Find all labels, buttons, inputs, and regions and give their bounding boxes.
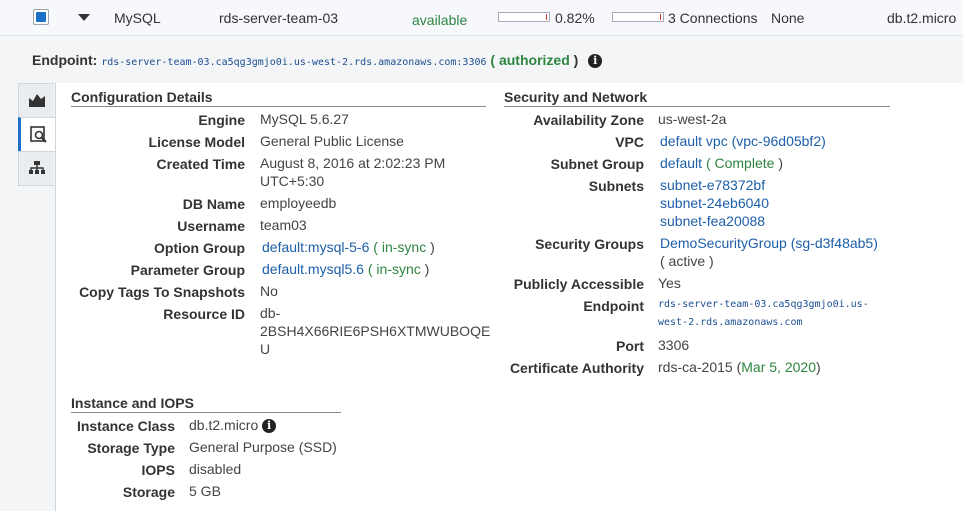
subnet-link[interactable]: subnet-fea20088 — [660, 212, 765, 230]
row-replication: None — [771, 10, 805, 26]
tab-details[interactable] — [18, 117, 55, 152]
subnets-label: Subnets — [588, 178, 644, 194]
instance-row[interactable]: MySQL rds-server-team-03 available 0.82%… — [0, 0, 963, 36]
storage-type-value: General Purpose (SSD) — [189, 439, 337, 455]
option-group-label: Option Group — [154, 240, 245, 256]
subnet-group-value: default ( Complete ) — [660, 155, 783, 171]
port-value: 3306 — [658, 337, 690, 353]
public-label: Publicly Accessible — [513, 276, 644, 292]
instance-class-label: Instance Class — [76, 418, 175, 434]
license-label: License Model — [148, 134, 245, 150]
az-label: Availability Zone — [533, 112, 644, 128]
select-checkbox[interactable] — [33, 9, 49, 25]
row-status: available — [412, 12, 468, 28]
created-value-2: UTC+5:30 — [260, 173, 325, 189]
subnet-group-status: Complete — [714, 155, 775, 171]
row-connections: 3 Connections — [668, 10, 758, 26]
ca-label: Certificate Authority — [509, 360, 644, 376]
info-icon[interactable]: i — [588, 54, 603, 69]
iops-label: IOPS — [141, 462, 175, 478]
copy-tags-label: Copy Tags To Snapshots — [79, 284, 245, 300]
details-icon — [30, 126, 47, 143]
license-value: General Public License — [260, 133, 404, 149]
row-class: db.t2.micro — [887, 10, 957, 26]
endpoint-detail-value-2: west-2.rds.amazonaws.com — [658, 317, 803, 328]
public-value: Yes — [658, 275, 681, 291]
security-groups-label: Security Groups — [535, 236, 644, 252]
storage-type-label: Storage Type — [87, 440, 175, 456]
instance-class-value: db.t2.micro i — [189, 416, 277, 434]
resource-id-value-3: U — [260, 341, 271, 357]
collapse-caret-icon[interactable] — [78, 14, 90, 21]
port-label: Port — [616, 338, 644, 354]
option-group-status: in-sync — [381, 239, 427, 255]
created-label: Created Time — [156, 156, 245, 172]
dbname-label: DB Name — [182, 196, 245, 212]
tab-topology[interactable] — [18, 151, 54, 186]
endpoint-line: Endpoint: rds-server-team-03.ca5qg3gmjo0… — [32, 52, 603, 69]
endpoint-paren-close: ) — [573, 52, 579, 68]
ca-text: rds-ca-2015 — [658, 359, 733, 375]
endpoint-detail-value-1: rds-server-team-03.ca5qg3gmjo0i.us- — [658, 299, 869, 310]
dbname-value: employeedb — [260, 195, 337, 211]
connections-bar-fill — [660, 14, 661, 20]
endpoint-paren-open: ( — [490, 52, 496, 68]
ca-date: Mar 5, 2020 — [741, 359, 816, 375]
security-group-status: ( active ) — [660, 253, 714, 269]
parameter-group-status: in-sync — [376, 261, 421, 277]
chart-icon — [29, 94, 45, 107]
username-value: team03 — [260, 217, 307, 233]
security-title: Security and Network — [504, 89, 890, 107]
checkbox-checked-mark — [36, 12, 46, 22]
storage-label: Storage — [122, 484, 175, 500]
engine-label: Engine — [198, 112, 245, 128]
parameter-group-value: default.mysql5.6 ( in-sync ) — [262, 261, 430, 277]
subnet-link[interactable]: subnet-24eb6040 — [660, 194, 769, 212]
ca-value: rds-ca-2015 (Mar 5, 2020) — [658, 359, 821, 375]
parameter-group-label: Parameter Group — [130, 262, 245, 278]
row-cpu: 0.82% — [555, 10, 595, 26]
resource-id-value-1: db- — [260, 305, 281, 321]
endpoint-status: authorized — [498, 52, 570, 68]
parameter-group-link[interactable]: default.mysql5.6 — [262, 261, 364, 277]
iops-value: disabled — [189, 461, 242, 477]
security-group-link[interactable]: DemoSecurityGroup (sg-d3f48ab5) — [660, 234, 878, 252]
vpc-link[interactable]: default vpc (vpc-96d05bf2) — [660, 132, 826, 150]
endpoint-detail-label: Endpoint — [583, 298, 644, 314]
endpoint-value: rds-server-team-03.ca5qg3gmjo0i.us-west-… — [101, 57, 487, 68]
row-engine: MySQL — [114, 10, 161, 26]
cpu-bar — [498, 12, 550, 22]
option-group-link[interactable]: default:mysql-5-6 — [262, 239, 369, 255]
endpoint-label: Endpoint: — [32, 52, 98, 68]
az-value: us-west-2a — [658, 111, 727, 127]
option-group-value: default:mysql-5-6 ( in-sync ) — [262, 239, 435, 255]
row-identifier[interactable]: rds-server-team-03 — [219, 10, 338, 26]
storage-value: 5 GB — [189, 483, 221, 499]
resource-id-value-2: 2BSH4X66RIE6PSH6XTMWUBOQE — [260, 323, 491, 339]
created-value-1: August 8, 2016 at 2:02:23 PM — [260, 155, 446, 171]
vpc-label: VPC — [615, 134, 644, 150]
instance-class-text: db.t2.micro — [189, 417, 259, 433]
tab-monitoring[interactable] — [18, 83, 54, 118]
detail-tabs — [18, 83, 55, 186]
hierarchy-icon — [29, 161, 45, 174]
subnet-group-label: Subnet Group — [550, 156, 644, 172]
copy-tags-value: No — [260, 283, 278, 299]
details-panel: Configuration Details Engine MySQL 5.6.2… — [55, 83, 963, 511]
subnet-group-link[interactable]: default — [660, 155, 702, 171]
username-label: Username — [177, 218, 245, 234]
instance-title: Instance and IOPS — [71, 395, 341, 413]
engine-value: MySQL 5.6.27 — [260, 111, 349, 127]
config-title: Configuration Details — [71, 89, 486, 107]
connections-bar — [612, 12, 664, 22]
subnet-link[interactable]: subnet-e78372bf — [660, 176, 765, 194]
cpu-bar-fill — [546, 14, 547, 20]
resource-id-label: Resource ID — [163, 306, 245, 322]
instance-class-info-icon[interactable]: i — [262, 419, 277, 434]
